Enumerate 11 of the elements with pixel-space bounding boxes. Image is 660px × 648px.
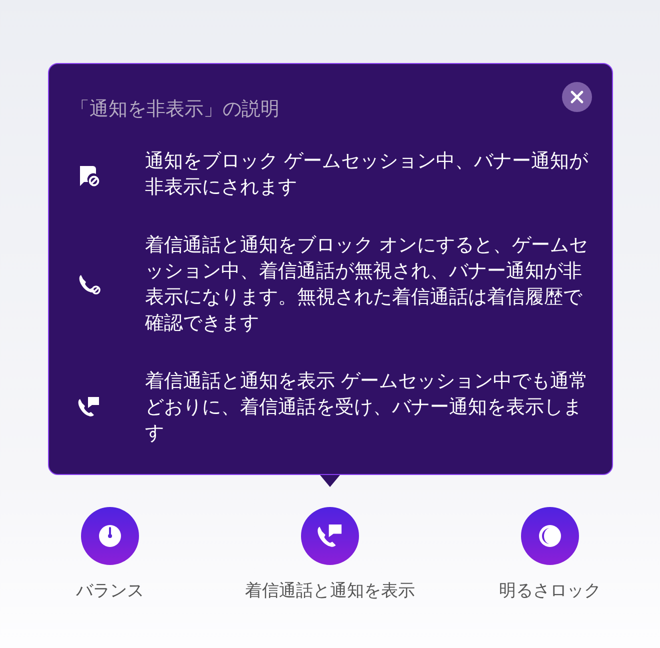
close-icon [570,90,584,104]
mode-label: バランス [76,580,144,602]
gauge-icon [97,523,123,549]
close-button[interactable] [562,82,592,112]
option-description: 着信通話と通知をブロック オンにすると、ゲームセッション中、着信通話が無視され、バナー通知が非表示になります。無視された着信通話は着信履歴で確認できます [144,233,590,336]
popup-title: 「通知を非表示」の説明 [70,97,280,122]
option-description: 通知をブロック ゲームセッション中、バナー通知が非表示にされます [144,149,590,200]
half-moon-icon [537,523,563,549]
option-description: 着信通話と通知を表示 ゲームセッション中でも通常どおりに、着信通話を受け、バナー通知を表示します [144,369,590,446]
mode-label: 明るさロック [499,580,601,602]
mode-label: 着信通話と通知を表示 [245,580,415,602]
